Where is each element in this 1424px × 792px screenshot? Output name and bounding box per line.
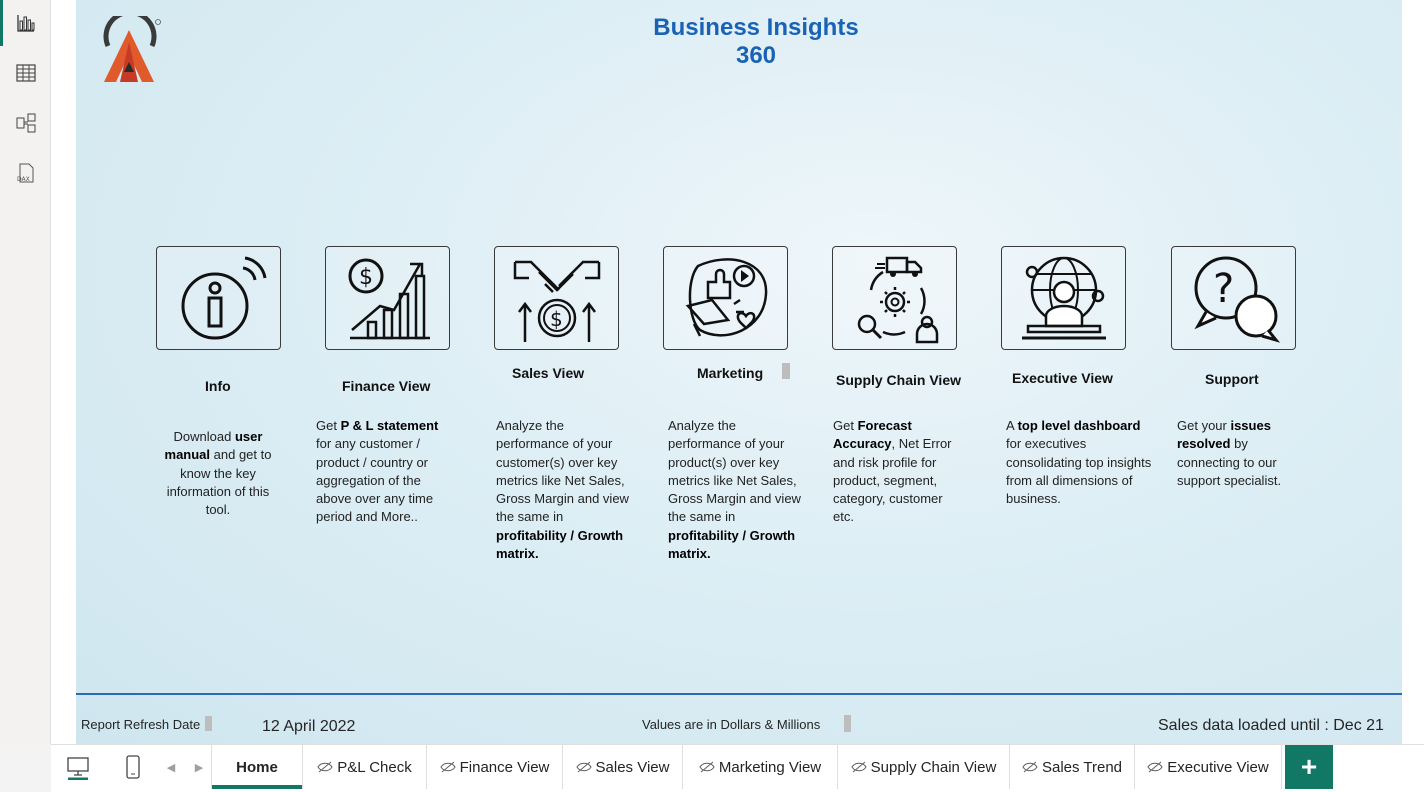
page-title: Business Insights 360 [653, 14, 859, 69]
tab-executive-view[interactable]: Executive View [1135, 745, 1282, 789]
model-view-icon [16, 113, 35, 133]
question-chat-icon: ? [1193, 256, 1280, 343]
section-title-finance: Finance View [342, 378, 431, 394]
dax-query-view-button[interactable]: DAX [0, 150, 51, 196]
section-title-sales: Sales View [512, 365, 585, 381]
tab-home[interactable]: Home [211, 745, 303, 789]
hidden-page-icon [1022, 761, 1038, 773]
tab-marketing-view[interactable]: Marketing View [683, 745, 838, 789]
section-title-marketing: Marketing [697, 365, 764, 381]
finance-chart-icon: $ [348, 258, 430, 340]
scroll-tabs-left-icon[interactable]: ◀ [163, 745, 179, 789]
sales-description: Analyze the performance of your customer… [496, 418, 629, 562]
supply-chain-description: Get Forecast Accuracy, Net Error and ris… [833, 418, 952, 525]
section-title-supply-chain: Supply Chain View [836, 372, 961, 388]
table-view-icon [15, 64, 36, 82]
scroll-tabs-right-icon[interactable]: ▶ [191, 745, 207, 789]
info-tile[interactable] [156, 246, 281, 350]
hidden-page-icon [699, 761, 715, 773]
handshake-dollar-icon: $ [513, 260, 600, 342]
tab-supply-chain-view[interactable]: Supply Chain View [838, 745, 1010, 789]
svg-text:$: $ [550, 307, 563, 331]
support-description: Get your issues resolved by connecting t… [1177, 418, 1282, 488]
hidden-page-icon [575, 761, 592, 773]
placeholder-marker [205, 716, 212, 731]
placeholder-marker [844, 715, 851, 732]
hidden-page-icon [851, 761, 867, 773]
report-view-icon [16, 15, 34, 32]
executive-tile[interactable] [1001, 246, 1126, 350]
marketing-tile[interactable] [663, 246, 788, 350]
report-canvas: Business Insights 360 $ $ ? Info Finance… [76, 0, 1402, 744]
refresh-date-value: 12 April 2022 [262, 718, 356, 735]
placeholder-marker [782, 363, 790, 379]
table-view-button[interactable] [0, 50, 51, 96]
company-logo [103, 16, 161, 82]
svg-text:?: ? [1213, 266, 1234, 312]
support-tile[interactable]: ? [1171, 246, 1296, 350]
section-title-info: Info [205, 378, 231, 394]
sales-loaded-until: Sales data loaded until : Dec 21 [1158, 717, 1384, 734]
megaphone-icon [685, 258, 767, 337]
desktop-layout-button[interactable] [61, 745, 95, 789]
vertical-scrollbar[interactable] [1404, 0, 1424, 744]
dax-query-view-icon: DAX [17, 163, 33, 183]
view-rail: DAX [0, 0, 51, 744]
add-page-button[interactable]: + [1285, 745, 1333, 789]
footer-rule [76, 693, 1402, 695]
executive-globe-icon [1021, 256, 1106, 340]
finance-description: Get P & L statement for any customer / p… [316, 418, 439, 525]
sales-tile[interactable]: $ [494, 246, 619, 350]
units-note: Values are in Dollars & Millions [642, 717, 821, 732]
supply-chain-icon [857, 256, 938, 344]
refresh-date-label: Report Refresh Date [81, 717, 201, 732]
section-title-support: Support [1205, 371, 1259, 387]
model-view-button[interactable] [0, 100, 51, 146]
mobile-layout-button[interactable] [121, 745, 145, 789]
marketing-description: Analyze the performance of your product(… [668, 418, 801, 562]
section-title-executive: Executive View [1012, 370, 1113, 386]
tab-pl-check[interactable]: P&L Check [303, 745, 427, 789]
mobile-icon [126, 755, 140, 779]
svg-text:$: $ [359, 265, 373, 290]
info-icon [181, 256, 266, 340]
hidden-page-icon [440, 761, 456, 773]
tab-sales-view[interactable]: Sales View [563, 745, 683, 789]
tab-finance-view[interactable]: Finance View [427, 745, 563, 789]
hidden-page-icon [317, 761, 333, 773]
tab-sales-trend[interactable]: Sales Trend [1010, 745, 1135, 789]
supply-chain-tile[interactable] [832, 246, 957, 350]
executive-description: A top level dashboard for executives con… [1006, 418, 1152, 507]
desktop-icon [67, 757, 89, 780]
hidden-page-icon [1147, 761, 1163, 773]
svg-text:DAX: DAX [17, 176, 30, 183]
report-view-button[interactable] [0, 0, 51, 46]
info-description: Download user manual and get to know the… [164, 429, 272, 518]
page-tab-bar: ◀ ▶ Home P&L Check Finance View Sales Vi… [51, 744, 1424, 792]
finance-tile[interactable]: $ [325, 246, 450, 350]
